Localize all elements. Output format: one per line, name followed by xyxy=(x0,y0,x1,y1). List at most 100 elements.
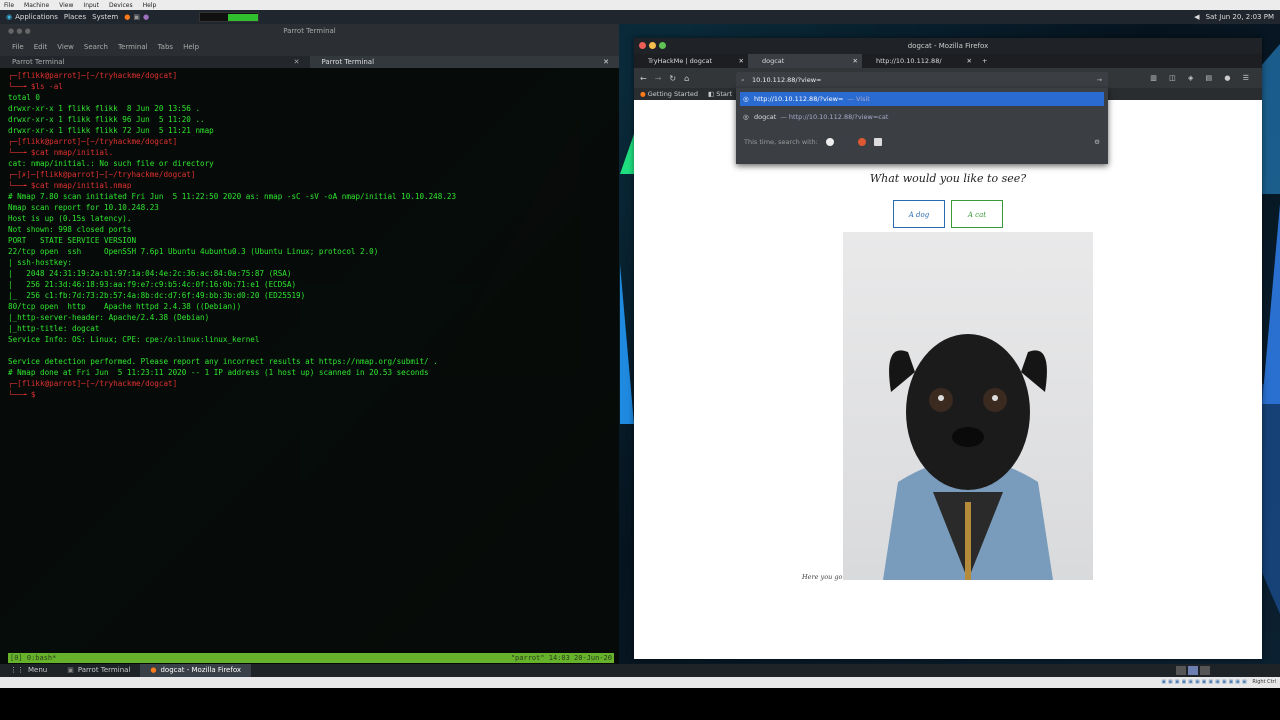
suggestion-url: — http://10.10.112.88/?view=cat xyxy=(780,113,889,121)
applications-menu[interactable]: ◉ Applications xyxy=(6,13,58,21)
home-icon[interactable]: ⌂ xyxy=(684,74,689,83)
terminal-launcher-icon[interactable]: ▣ xyxy=(133,13,140,21)
firefox-bookmark-icon: ● xyxy=(640,90,646,98)
vm-menu-devices[interactable]: Devices xyxy=(109,2,133,9)
tmux-host-clock: "parrot" 14:03 20-Jun-20 xyxy=(510,654,612,662)
new-tab-icon[interactable]: + xyxy=(976,54,987,68)
close-icon[interactable]: ✕ xyxy=(853,54,858,68)
globe-icon: ◎ xyxy=(743,95,749,103)
terminal-icon: ▣ xyxy=(67,666,74,674)
toolbar-icons[interactable]: ▥ ◫ ◈ ▤ ● ☰ xyxy=(1150,74,1254,82)
tor-launcher-icon[interactable]: ● xyxy=(143,13,149,21)
terminal-tab-bar: Parrot Terminal ✕ Parrot Terminal ✕ xyxy=(0,56,619,68)
terminal-line: drwxr-xr-x 1 flikk flikk 96 Jun 5 11:20 … xyxy=(8,115,205,124)
terminal-menu-bar: File Edit View Search Terminal Tabs Help xyxy=(0,38,619,56)
terminal-tab-label: Parrot Terminal xyxy=(321,58,375,66)
tab-tryhackme[interactable]: TryHackMe | dogcat ✕ xyxy=(634,54,748,68)
terminal-line: | ssh-hostkey: xyxy=(8,258,73,267)
vm-menu-bar: File Machine View Input Devices Help xyxy=(0,0,1280,10)
volume-icon[interactable]: ◀ xyxy=(1194,13,1199,21)
vm-menu-help[interactable]: Help xyxy=(143,2,157,9)
close-icon[interactable]: ✕ xyxy=(967,54,972,68)
terminal-line: ┌─[flikk@parrot]─[~/tryhackme/dogcat] xyxy=(8,379,178,388)
suggestion-history[interactable]: ◎ dogcat — http://10.10.112.88/?view=cat xyxy=(740,110,1104,124)
vm-menu-view[interactable]: View xyxy=(59,2,73,9)
bookmark-getting-started[interactable]: ● Getting Started xyxy=(640,90,698,98)
tab-dogcat[interactable]: dogcat ✕ xyxy=(748,54,862,68)
terminal-tab-2[interactable]: Parrot Terminal ✕ xyxy=(309,56,619,68)
minimize-window-icon[interactable] xyxy=(649,42,656,49)
terminal-window-controls[interactable]: ● ● ● xyxy=(8,24,31,38)
terminal-line: ┌─[flikk@parrot]─[~/tryhackme/dogcat] xyxy=(8,71,178,80)
places-label: Places xyxy=(63,13,87,21)
top-panel: ◉ Applications Places System ● ▣ ● ◀ Sat … xyxy=(0,10,1280,24)
terminal-line: PORT STATE SERVICE VERSION xyxy=(8,236,137,245)
terminal-menu-tabs[interactable]: Tabs xyxy=(158,43,174,51)
taskbar-item-label: Parrot Terminal xyxy=(77,666,131,674)
bookmark-label: Getting Started xyxy=(647,90,699,98)
search-settings-gear-icon[interactable]: ⚙ xyxy=(1094,138,1100,146)
terminal-line: Nmap scan report for 10.10.248.23 xyxy=(8,203,159,212)
terminal-line: |_http-server-header: Apache/2.4.38 (Deb… xyxy=(8,313,210,322)
vm-menu-machine[interactable]: Machine xyxy=(24,2,49,9)
tab-ip[interactable]: http://10.10.112.88/ ✕ xyxy=(862,54,976,68)
start-menu-button[interactable]: ⋮⋮ Menu xyxy=(0,664,57,677)
bookmark-start[interactable]: ◧ Start xyxy=(708,90,732,98)
go-arrow-icon[interactable]: → xyxy=(1097,72,1102,88)
terminal-menu-edit[interactable]: Edit xyxy=(34,43,48,51)
terminal-menu-terminal[interactable]: Terminal xyxy=(118,43,148,51)
forward-icon[interactable]: → xyxy=(655,74,662,83)
google-search-icon[interactable] xyxy=(825,138,834,146)
host-key-label: Right Ctrl xyxy=(1252,679,1276,685)
terminal-output[interactable]: ┌─[flikk@parrot]─[~/tryhackme/dogcat] └──… xyxy=(0,68,619,402)
launcher-icons: ● ▣ ● xyxy=(124,13,149,21)
terminal-line: |_ 256 c1:fb:7d:73:2b:57:4a:8b:dc:d7:6f:… xyxy=(8,291,306,300)
system-label: System xyxy=(92,13,119,21)
bottom-taskbar: ⋮⋮ Menu ▣ Parrot Terminal ● dogcat - Mozill… xyxy=(0,664,1280,677)
terminal-titlebar[interactable]: ● ● ● Parrot Terminal xyxy=(0,24,619,38)
wikipedia-search-icon[interactable] xyxy=(873,138,882,146)
tab-label: http://10.10.112.88/ xyxy=(876,57,942,65)
terminal-line: Not shown: 998 closed ports xyxy=(8,225,132,234)
url-bar[interactable]: ⌕ 10.10.112.88/?view= → xyxy=(736,72,1108,88)
dog-button[interactable]: A dog xyxy=(893,200,945,228)
amazon-search-icon[interactable] xyxy=(841,138,850,146)
reload-icon[interactable]: ↻ xyxy=(669,74,676,83)
tmux-window-list: [0] 0:bash* xyxy=(10,654,57,662)
suggestion-title: dogcat xyxy=(754,113,777,121)
taskbar-terminal[interactable]: ▣ Parrot Terminal xyxy=(57,664,140,677)
terminal-menu-search[interactable]: Search xyxy=(84,43,108,51)
terminal-line: └──╼ $cat nmap/initial. xyxy=(8,148,114,157)
terminal-tab-1[interactable]: Parrot Terminal ✕ xyxy=(0,56,310,68)
workspace-switcher[interactable] xyxy=(1176,666,1210,675)
clock[interactable]: Sat Jun 20, 2:03 PM xyxy=(1206,13,1274,21)
cat-button[interactable]: A cat xyxy=(951,200,1003,228)
terminal-title: Parrot Terminal xyxy=(283,27,336,35)
system-menu[interactable]: System xyxy=(92,13,118,21)
cpu-graph xyxy=(199,12,260,22)
firefox-titlebar[interactable]: dogcat - Mozilla Firefox xyxy=(634,38,1262,54)
bookmark-label: Start xyxy=(716,90,733,98)
suggestion-visit[interactable]: ◎ http://10.10.112.88/?view= — Visit xyxy=(740,92,1104,106)
url-suggestions-dropdown: ◎ http://10.10.112.88/?view= — Visit ◎ dogc… xyxy=(736,88,1108,164)
taskbar-firefox[interactable]: ● dogcat - Mozilla Firefox xyxy=(140,664,252,677)
firefox-launcher-icon[interactable]: ● xyxy=(124,13,130,21)
terminal-line: drwxr-xr-x 1 flikk flikk 8 Jun 20 13:56 … xyxy=(8,104,201,113)
close-window-icon[interactable] xyxy=(639,42,646,49)
back-icon[interactable]: ← xyxy=(640,74,647,83)
close-icon[interactable]: ✕ xyxy=(294,56,300,68)
vm-status-icons: ▣▣▣▣▣▣▣▣▣▣▣▣▣ xyxy=(1161,679,1253,685)
search-icon: ⌕ xyxy=(741,76,745,84)
places-menu[interactable]: Places xyxy=(64,13,86,21)
close-icon[interactable]: ✕ xyxy=(603,56,609,68)
terminal-menu-help[interactable]: Help xyxy=(183,43,199,51)
maximize-window-icon[interactable] xyxy=(659,42,666,49)
vm-menu-file[interactable]: File xyxy=(4,2,14,9)
terminal-menu-view[interactable]: View xyxy=(57,43,74,51)
vm-menu-input[interactable]: Input xyxy=(83,2,99,9)
terminal-line: drwxr-xr-x 1 flikk flikk 72 Jun 5 11:21 … xyxy=(8,126,214,135)
close-icon[interactable]: ✕ xyxy=(739,54,744,68)
duckduckgo-search-icon[interactable] xyxy=(857,138,866,146)
terminal-line: | 256 21:3d:46:18:93:aa:f9:e7:c9:b5:4c:0… xyxy=(8,280,297,289)
terminal-menu-file[interactable]: File xyxy=(12,43,24,51)
